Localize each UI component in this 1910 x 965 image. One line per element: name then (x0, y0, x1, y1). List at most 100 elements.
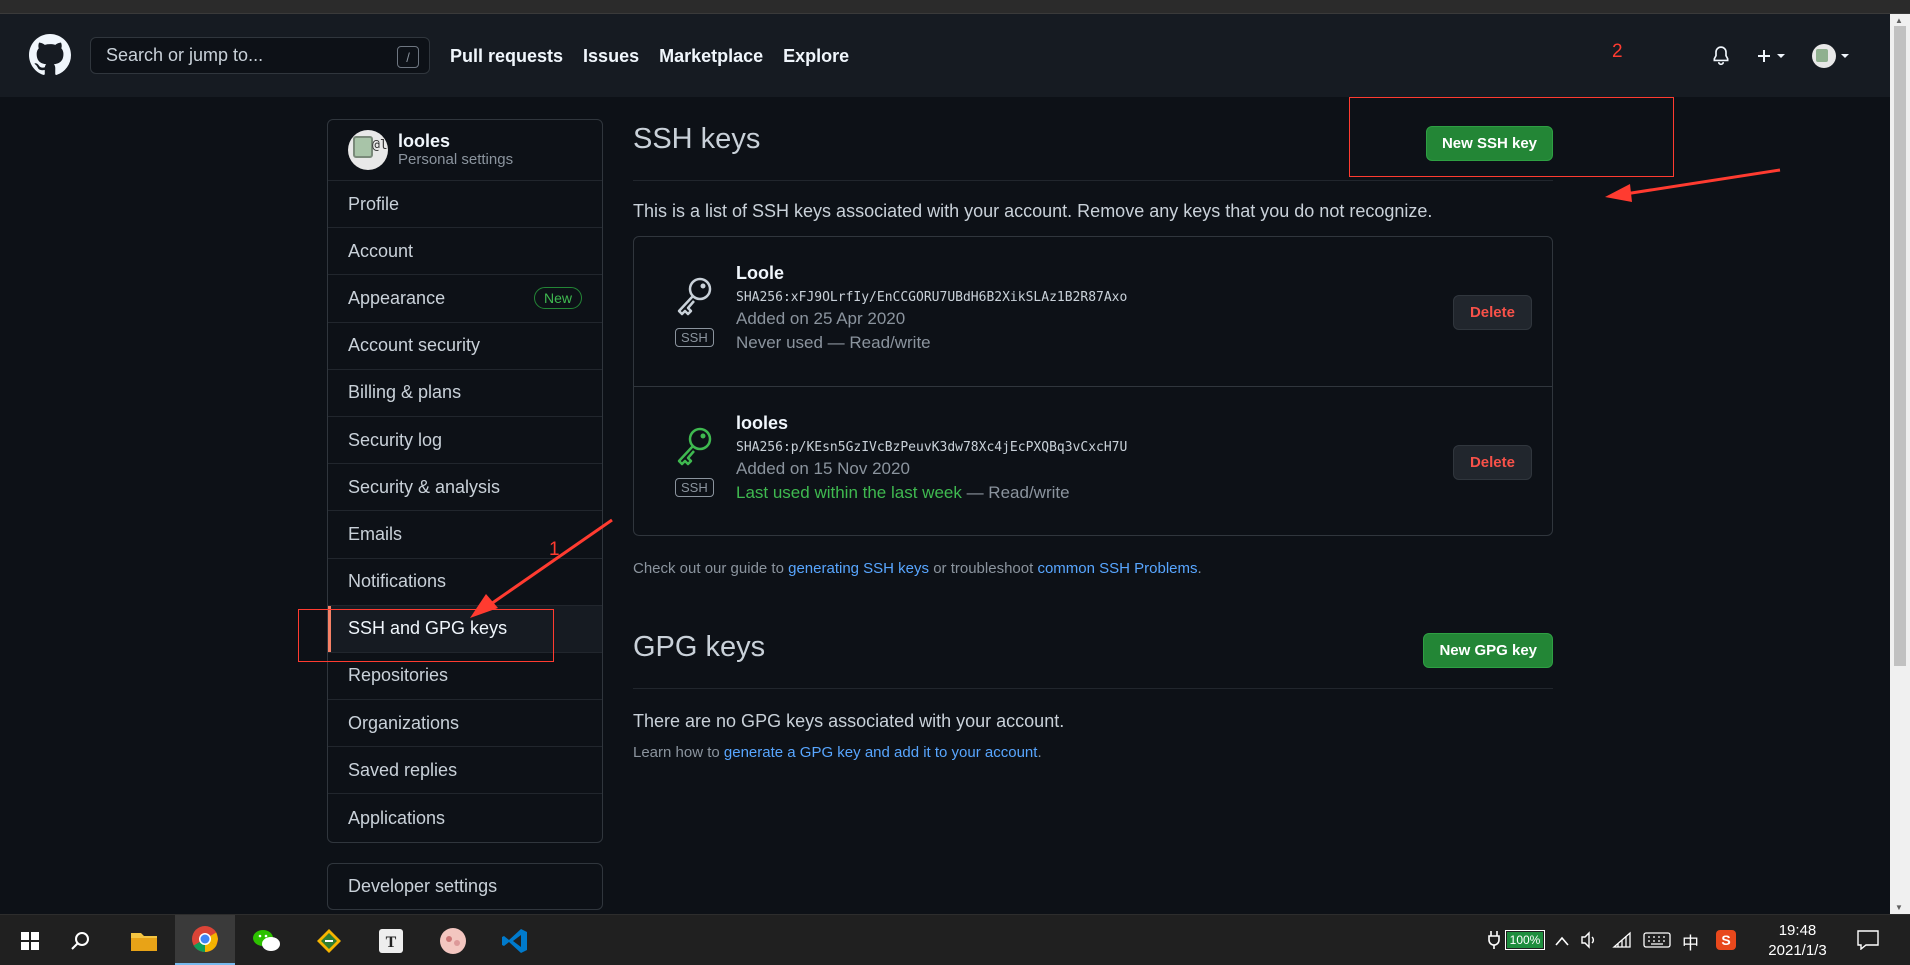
ssh-key-fingerprint: SHA256:xFJ9OLrfIy/EnCCGORU7UBdH6B2XikSLA… (736, 290, 1128, 305)
wifi-icon[interactable] (1612, 931, 1632, 954)
ssh-key-details: looles SHA256:p/KEsn5GzIVcBzPeuvK3dw78Xc… (736, 413, 1127, 503)
common-ssh-problems-link[interactable]: common SSH Problems (1037, 560, 1197, 577)
wechat-icon[interactable] (237, 915, 297, 965)
ssh-keys-title: SSH keys (633, 123, 761, 155)
main-content: SSH keys New SSH key This is a list of S… (633, 119, 1553, 761)
scroll-down-icon[interactable]: ▼ (1895, 903, 1903, 912)
search-placeholder: Search or jump to... (106, 45, 264, 65)
power-plug-icon[interactable] (1488, 931, 1500, 954)
sidebar-item-security-log[interactable]: Security log (328, 417, 602, 465)
github-logo-icon[interactable] (29, 34, 71, 76)
chevron-up-icon[interactable] (1555, 933, 1569, 951)
user-menu-dropdown[interactable] (1812, 44, 1850, 68)
scrollbar-thumb[interactable] (1894, 26, 1906, 666)
ssh-key-name: looles (736, 413, 789, 433)
sidebar-item-account[interactable]: Account (328, 228, 602, 276)
avatar (1812, 44, 1836, 68)
nav-pull-requests[interactable]: Pull requests (450, 46, 563, 67)
sidebar-user-header: @lo looles Personal settings (328, 120, 602, 181)
page-scrollbar[interactable]: ▲ ▼ (1890, 14, 1910, 914)
sidebar-username[interactable]: looles (398, 131, 513, 151)
ssh-type-label: SSH (675, 478, 714, 497)
ssh-key-usage: Last used within the last week — Read/wr… (736, 483, 1070, 502)
generating-ssh-keys-link[interactable]: generating SSH keys (788, 560, 929, 577)
ssh-key-details: Loole SHA256:xFJ9OLrfIy/EnCCGORU7UBdH6B2… (736, 263, 1127, 353)
sidebar-item-account-security[interactable]: Account security (328, 323, 602, 370)
ssh-key-added-date: Added on 25 Apr 2020 (736, 309, 906, 328)
ssh-key-row: SSH looles SHA256:p/KEsn5GzIVcBzPeuvK3dw… (634, 387, 1552, 535)
gpg-empty-text: There are no GPG keys associated with yo… (633, 711, 1065, 731)
caret-down-icon (1777, 54, 1785, 58)
ssh-help-text: Check out our guide to generating SSH ke… (633, 560, 1202, 577)
git-tool-icon[interactable] (299, 915, 359, 965)
avatar: @lo (348, 130, 388, 170)
sidebar-item-organizations[interactable]: Organizations (328, 700, 602, 748)
bell-icon[interactable] (1712, 46, 1730, 66)
battery-indicator[interactable]: 100% (1505, 930, 1545, 950)
vscode-icon[interactable] (485, 915, 545, 965)
sidebar-item-billing[interactable]: Billing & plans (328, 370, 602, 417)
ssh-key-usage: Never used — Read/write (736, 333, 931, 352)
gpg-learn-text: Learn how to generate a GPG key and add … (633, 744, 1042, 761)
scroll-up-icon[interactable]: ▲ (1895, 16, 1903, 25)
app-avatar-icon[interactable] (423, 915, 483, 965)
browser-bookmarks-strip (0, 0, 1910, 14)
ssh-key-name: Loole (736, 263, 784, 283)
svg-text:S: S (1721, 932, 1730, 948)
create-new-dropdown[interactable] (1756, 48, 1786, 64)
site-header: Search or jump to... / Pull requests Iss… (0, 14, 1890, 97)
sidebar-item-saved-replies[interactable]: Saved replies (328, 747, 602, 795)
system-clock[interactable]: 19:48 2021/1/3 (1760, 921, 1835, 961)
ime-indicator[interactable]: 中 (1682, 929, 1699, 954)
key-icon: SSH (674, 275, 718, 347)
gpg-section-header: GPG keys New GPG key (633, 627, 1553, 689)
sidebar-item-notifications[interactable]: Notifications (328, 559, 602, 606)
generate-gpg-key-link[interactable]: generate a GPG key and add it to your ac… (724, 744, 1038, 761)
settings-sidebar: @lo looles Personal settings Profile Acc… (327, 119, 603, 843)
new-badge: New (533, 287, 582, 310)
notification-center-icon[interactable] (1857, 930, 1879, 955)
sogou-input-icon[interactable]: S (1715, 929, 1737, 956)
nav-issues[interactable]: Issues (583, 46, 639, 67)
file-explorer-icon[interactable] (114, 915, 174, 965)
clock-date: 2021/1/3 (1768, 942, 1827, 959)
ssh-intro-text: This is a list of SSH keys associated wi… (633, 201, 1433, 221)
nav-marketplace[interactable]: Marketplace (659, 46, 763, 67)
annotation-box-ssh-gpg-keys (298, 609, 554, 662)
plus-icon (1758, 50, 1770, 62)
search-input[interactable]: Search or jump to... / (90, 37, 430, 74)
top-nav: Pull requests Issues Marketplace Explore (450, 46, 849, 67)
ssh-key-fingerprint: SHA256:p/KEsn5GzIVcBzPeuvK3dw78Xc4jEcPXQ… (736, 440, 1128, 455)
new-gpg-key-button[interactable]: New GPG key (1423, 633, 1553, 668)
sidebar-item-developer-settings[interactable]: Developer settings (327, 863, 603, 910)
annotation-step-2: 2 (1612, 41, 1623, 62)
search-shortcut-key: / (397, 46, 419, 68)
nav-explore[interactable]: Explore (783, 46, 849, 67)
ssh-key-row: SSH Loole SHA256:xFJ9OLrfIy/EnCCGORU7UBd… (634, 237, 1552, 387)
volume-icon[interactable] (1580, 931, 1598, 954)
key-icon: SSH (674, 425, 718, 497)
chrome-icon[interactable] (175, 915, 235, 965)
windows-taskbar: T 100% 中 S 19:48 2021/1/3 (0, 914, 1910, 965)
annotation-step-1: 1 (549, 539, 560, 560)
caret-down-icon (1841, 54, 1849, 58)
header-actions (1712, 44, 1850, 68)
clock-time: 19:48 (1778, 922, 1817, 939)
ssh-type-label: SSH (675, 328, 714, 347)
sidebar-item-applications[interactable]: Applications (328, 794, 602, 841)
search-icon[interactable] (50, 915, 110, 965)
ssh-key-list: SSH Loole SHA256:xFJ9OLrfIy/EnCCGORU7UBd… (633, 236, 1553, 536)
sidebar-item-appearance[interactable]: Appearance New (328, 275, 602, 323)
sidebar-subtitle: Personal settings (398, 151, 514, 168)
sidebar-item-security-analysis[interactable]: Security & analysis (328, 464, 602, 512)
sidebar-item-profile[interactable]: Profile (328, 181, 602, 229)
svg-text:T: T (386, 934, 397, 951)
delete-ssh-key-button[interactable]: Delete (1452, 295, 1532, 330)
gpg-section: GPG keys New GPG key There are no GPG ke… (633, 627, 1553, 761)
ssh-key-added-date: Added on 15 Nov 2020 (736, 459, 910, 478)
delete-ssh-key-button[interactable]: Delete (1452, 445, 1532, 480)
keyboard-icon[interactable] (1643, 932, 1671, 953)
sidebar-item-emails[interactable]: Emails (328, 511, 602, 559)
typora-icon[interactable]: T (361, 915, 421, 965)
annotation-box-new-ssh-key (1349, 97, 1674, 177)
